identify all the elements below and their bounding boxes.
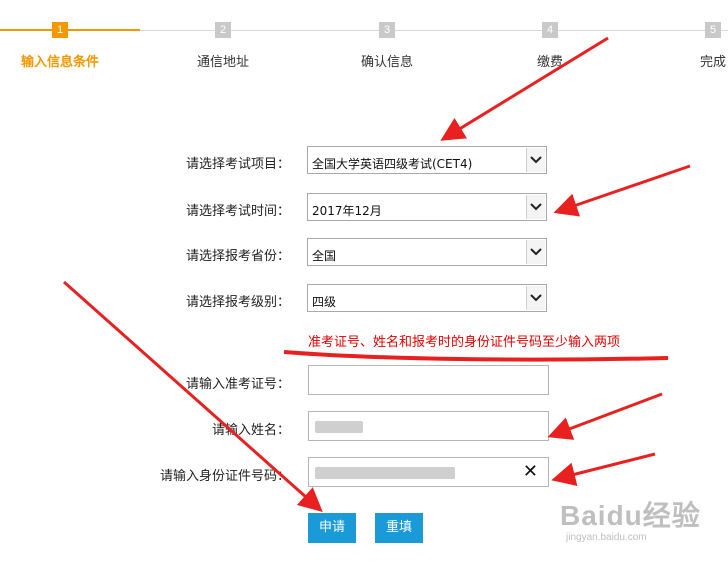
close-icon[interactable]: ✕ xyxy=(523,462,538,482)
redacted-id-number xyxy=(315,467,455,479)
underline-note xyxy=(283,350,669,362)
step-5: 5 完成 xyxy=(653,22,728,70)
step-label: 通信地址 xyxy=(196,55,249,70)
level-label: 请选择报考级别： xyxy=(185,295,290,310)
step-3: 3 确认信息 xyxy=(327,22,447,70)
province-label: 请选择报考省份： xyxy=(185,249,290,264)
arrow-to-id-no xyxy=(551,452,656,486)
level-select[interactable]: 四级 xyxy=(307,284,547,312)
level-value: 四级 xyxy=(312,295,337,309)
step-1: 1 输入信息条件 xyxy=(0,22,120,70)
ticket-no-input[interactable] xyxy=(308,365,549,395)
chevron-down-icon[interactable] xyxy=(526,240,545,264)
province-select[interactable]: 全国 xyxy=(307,238,547,266)
step-label: 缴费 xyxy=(536,55,563,70)
exam-time-select[interactable]: 2017年12月 xyxy=(307,193,547,221)
watermark-logo: Baidu经验 xyxy=(560,500,701,531)
name-input[interactable] xyxy=(308,411,549,441)
reset-button[interactable]: 重填 xyxy=(375,513,423,543)
step-4: 4 缴费 xyxy=(490,22,610,70)
step-number: 1 xyxy=(52,22,68,38)
id-no-input[interactable]: ✕ xyxy=(308,457,549,487)
ticket-no-label: 请输入准考证号： xyxy=(185,377,290,392)
step-progress-bar: 1 输入信息条件 2 通信地址 3 确认信息 4 缴费 5 完成 xyxy=(0,0,728,80)
exam-item-select[interactable]: 全国大学英语四级考试(CET4) xyxy=(307,146,547,174)
input-requirement-note: 准考证号、姓名和报考时的身份证件号码至少输入两项 xyxy=(308,335,621,350)
exam-item-label: 请选择考试项目： xyxy=(185,157,290,172)
watermark: Baidu经验 jingyan.baidu.com xyxy=(560,494,710,554)
exam-item-value: 全国大学英语四级考试(CET4) xyxy=(312,157,473,171)
arrow-to-name xyxy=(547,392,663,440)
step-number: 4 xyxy=(542,22,558,38)
step-label: 确认信息 xyxy=(360,55,413,70)
step-number: 3 xyxy=(379,22,395,38)
step-label: 输入信息条件 xyxy=(20,55,99,70)
name-label: 请输入姓名： xyxy=(211,423,290,438)
step-number: 2 xyxy=(215,22,231,38)
redacted-name xyxy=(315,421,363,433)
step-number: 5 xyxy=(705,22,721,38)
chevron-down-icon[interactable] xyxy=(526,148,545,172)
watermark-site: jingyan.baidu.com xyxy=(566,532,647,543)
id-no-label: 请输入身份证件号码： xyxy=(159,469,290,484)
chevron-down-icon[interactable] xyxy=(526,286,545,310)
exam-time-value: 2017年12月 xyxy=(312,204,382,218)
apply-button[interactable]: 申请 xyxy=(308,513,356,543)
arrow-to-exam-time xyxy=(553,164,691,217)
step-label: 完成 xyxy=(699,55,726,70)
chevron-down-icon[interactable] xyxy=(526,195,545,219)
exam-time-label: 请选择考试时间： xyxy=(185,204,290,219)
step-2: 2 通信地址 xyxy=(163,22,283,70)
province-value: 全国 xyxy=(312,249,337,263)
